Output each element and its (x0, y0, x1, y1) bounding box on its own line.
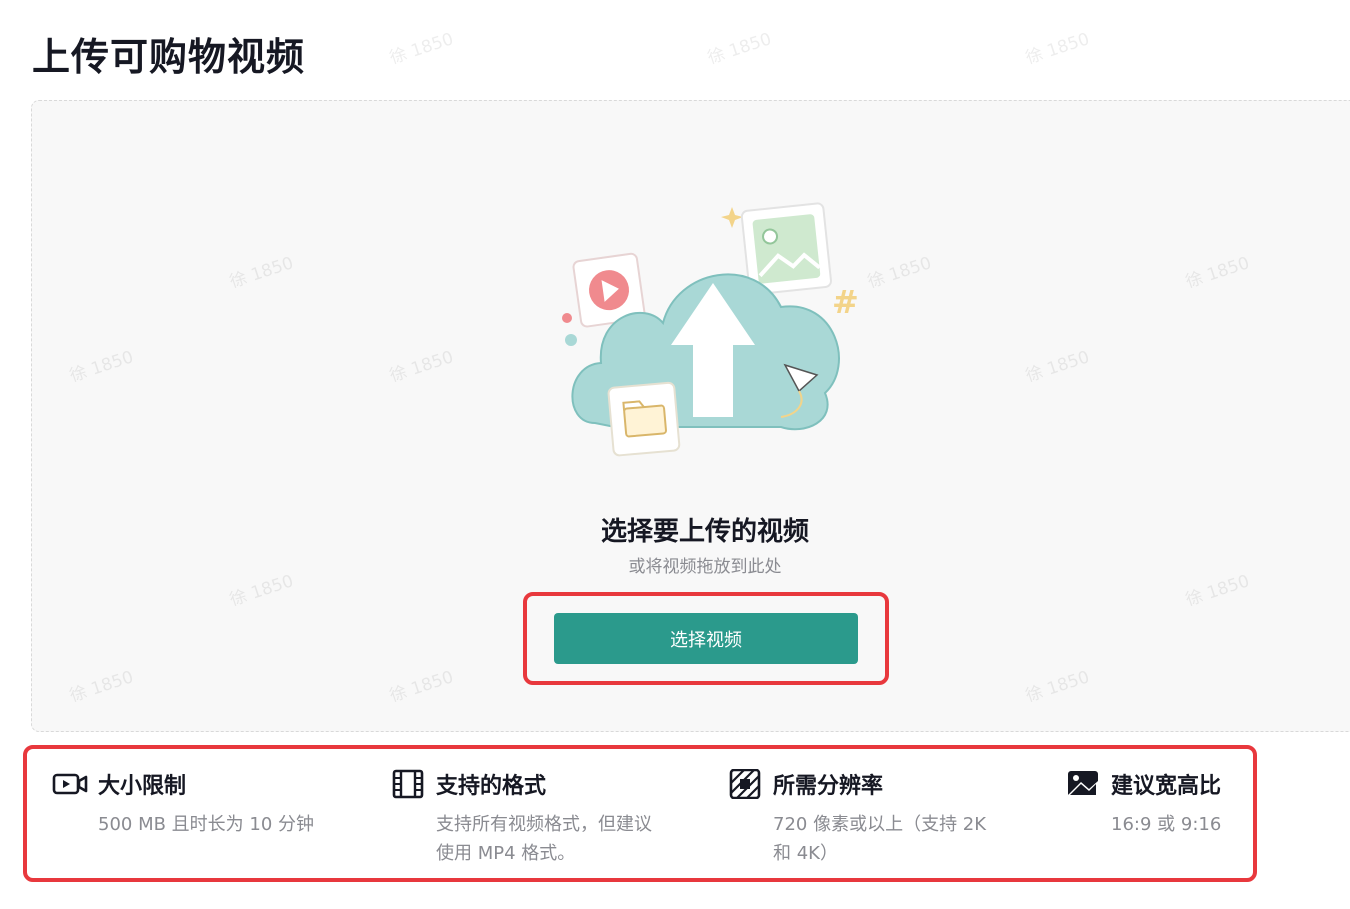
film-strip-icon (392, 769, 424, 799)
page-title: 上传可购物视频 (32, 35, 306, 79)
requirement-title: 支持的格式 (436, 774, 547, 799)
requirement-resolution: 所需分辨率 720 像素或以上（支持 2K 和 4K） (727, 766, 986, 868)
cloud-upload-illustration-icon: # (562, 202, 859, 457)
requirement-title: 建议宽高比 (1111, 774, 1222, 799)
requirement-title: 所需分辨率 (773, 774, 884, 799)
svg-text:#: # (832, 283, 859, 321)
requirement-desc: 支持所有视频格式，但建议 使用 MP4 格式。 (436, 814, 652, 864)
requirement-aspect-ratio: 建议宽高比 16:9 或 9:16 (1065, 766, 1221, 839)
select-video-button[interactable]: 选择视频 (554, 613, 858, 664)
upload-prompt-subtitle: 或将视频拖放到此处 (628, 557, 782, 577)
requirement-title: 大小限制 (98, 774, 187, 799)
requirement-desc: 16:9 或 9:16 (1111, 814, 1222, 835)
requirement-size-limit: 大小限制 500 MB 且时长为 10 分钟 (52, 766, 314, 839)
watermark: 徐 1850 (1023, 29, 1092, 69)
watermark: 徐 1850 (387, 29, 456, 69)
requirement-formats: 支持的格式 支持所有视频格式，但建议 使用 MP4 格式。 (390, 766, 652, 868)
requirement-desc: 720 像素或以上（支持 2K 和 4K） (773, 814, 987, 864)
watermark: 徐 1850 (705, 29, 774, 69)
resolution-icon (729, 769, 761, 799)
aspect-ratio-icon (1068, 771, 1098, 797)
video-camera-icon (52, 773, 88, 795)
requirement-desc: 500 MB 且时长为 10 分钟 (98, 814, 315, 835)
upload-prompt-title: 选择要上传的视频 (600, 517, 809, 547)
